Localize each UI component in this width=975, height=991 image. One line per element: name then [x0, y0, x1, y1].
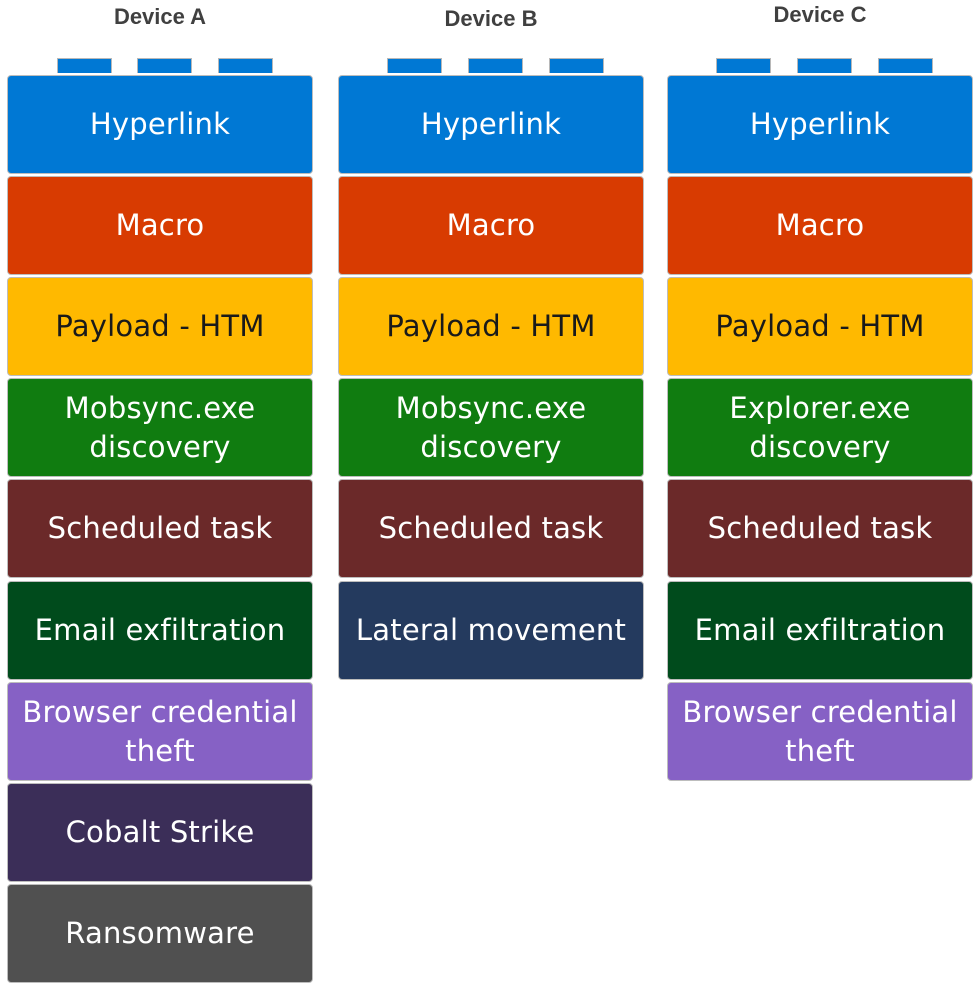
attack-stage-block-hyperlink: Hyperlink — [667, 75, 973, 174]
attack-stage-block-macro: Macro — [338, 176, 644, 275]
lego-studs — [7, 58, 313, 75]
block-label: Lateral movement — [355, 613, 627, 647]
stud — [137, 58, 192, 73]
attack-stage-block-browser-credential-theft: Browser credential theft — [667, 682, 973, 781]
block-label: Browser credential theft — [22, 694, 298, 768]
lego-studs — [667, 58, 973, 75]
attack-stage-block-payload: Payload - HTM — [338, 277, 644, 376]
block-label: Mobsync.exe discovery — [395, 390, 587, 464]
block-label: Mobsync.exe discovery — [64, 390, 256, 464]
block-label: Macro — [446, 208, 536, 242]
block-label: Email exfiltration — [34, 613, 286, 647]
block-label: Macro — [775, 208, 865, 242]
stud — [57, 58, 112, 73]
block-label: Scheduled task — [378, 511, 604, 545]
attack-stage-block-cobalt-strike: Cobalt Strike — [7, 783, 313, 882]
block-label: Scheduled task — [47, 511, 273, 545]
attack-stage-block-discovery: Mobsync.exe discovery — [338, 378, 644, 477]
block-label: Hyperlink — [749, 107, 891, 141]
block-label: Cobalt Strike — [65, 815, 255, 849]
attack-stage-block-ransomware: Ransomware — [7, 884, 313, 983]
attack-stage-block-scheduled-task: Scheduled task — [667, 479, 973, 578]
lego-studs — [338, 58, 644, 75]
block-label: Payload - HTM — [715, 309, 925, 343]
attack-stage-block-scheduled-task: Scheduled task — [338, 479, 644, 578]
stud — [387, 58, 442, 73]
block-label: Ransomware — [65, 916, 255, 950]
attack-stage-block-email-exfiltration: Email exfiltration — [667, 581, 973, 680]
device-title: Device B — [444, 6, 538, 31]
attack-stage-block-browser-credential-theft: Browser credential theft — [7, 682, 313, 781]
device-title: Device C — [773, 2, 867, 27]
stud — [549, 58, 604, 73]
block-label: Hyperlink — [89, 107, 231, 141]
block-label: Browser credential theft — [682, 694, 958, 768]
attack-stage-block-macro: Macro — [7, 176, 313, 275]
stud — [878, 58, 933, 73]
attack-stage-block-hyperlink: Hyperlink — [7, 75, 313, 174]
attack-stage-block-scheduled-task: Scheduled task — [7, 479, 313, 578]
block-label: Hyperlink — [420, 107, 562, 141]
attack-stage-block-payload: Payload - HTM — [7, 277, 313, 376]
attack-stage-block-macro: Macro — [667, 176, 973, 275]
block-label: Explorer.exe discovery — [729, 390, 911, 464]
stud — [797, 58, 852, 73]
attack-stage-block-payload: Payload - HTM — [667, 277, 973, 376]
attack-stage-block-lateral-movement: Lateral movement — [338, 581, 644, 680]
attack-stage-block-discovery: Mobsync.exe discovery — [7, 378, 313, 477]
attack-stage-block-discovery: Explorer.exe discovery — [667, 378, 973, 477]
stud — [468, 58, 523, 73]
block-label: Payload - HTM — [386, 309, 596, 343]
stud — [716, 58, 771, 73]
device-title: Device A — [113, 4, 207, 29]
stud — [218, 58, 273, 73]
block-label: Payload - HTM — [55, 309, 265, 343]
attack-stage-block-email-exfiltration: Email exfiltration — [7, 581, 313, 680]
block-label: Macro — [115, 208, 205, 242]
attack-stage-block-hyperlink: Hyperlink — [338, 75, 644, 174]
block-label: Email exfiltration — [694, 613, 946, 647]
block-label: Scheduled task — [707, 511, 933, 545]
